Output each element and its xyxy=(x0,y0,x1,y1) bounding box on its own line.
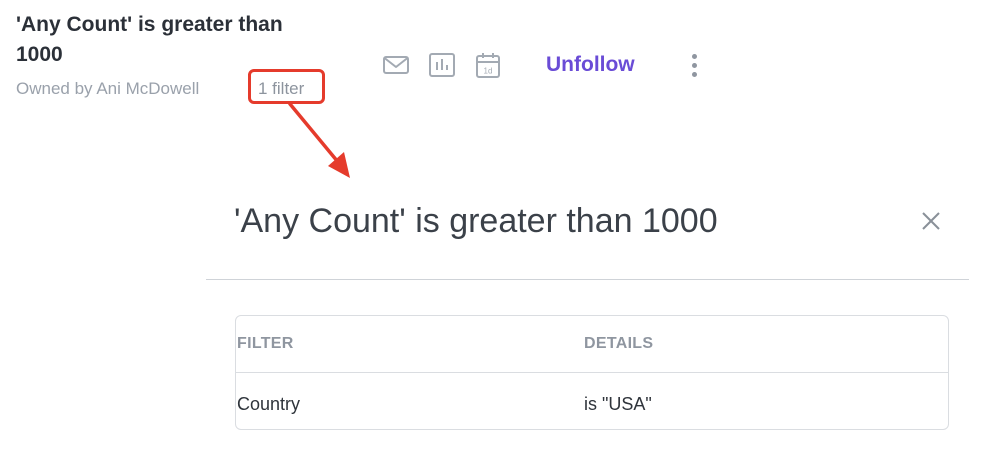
calendar-badge: 1d xyxy=(484,67,493,76)
chart-icon[interactable] xyxy=(427,50,457,80)
close-icon[interactable] xyxy=(918,208,944,234)
unfollow-button[interactable]: Unfollow xyxy=(546,50,635,80)
modal-divider xyxy=(206,279,969,280)
mail-icon[interactable] xyxy=(381,50,411,80)
alert-owner: Owned by Ani McDowell xyxy=(16,79,200,98)
table-header-filter: FILTER xyxy=(237,335,294,352)
filter-table: FILTER DETAILS Country is "USA" xyxy=(235,315,949,430)
calendar-icon[interactable]: 1d xyxy=(473,50,503,80)
table-cell-filter: Country xyxy=(237,394,301,414)
table-cell-details: is "USA" xyxy=(584,394,652,414)
annotation-arrow xyxy=(288,102,350,178)
alert-title: 'Any Count' is greater than 1000 xyxy=(16,13,283,66)
kebab-menu-icon[interactable] xyxy=(684,52,704,80)
modal-title: 'Any Count' is greater than 1000 xyxy=(234,202,718,240)
table-divider xyxy=(236,372,948,373)
table-header-details: DETAILS xyxy=(584,335,654,352)
annotation-highlight-box xyxy=(248,69,325,104)
